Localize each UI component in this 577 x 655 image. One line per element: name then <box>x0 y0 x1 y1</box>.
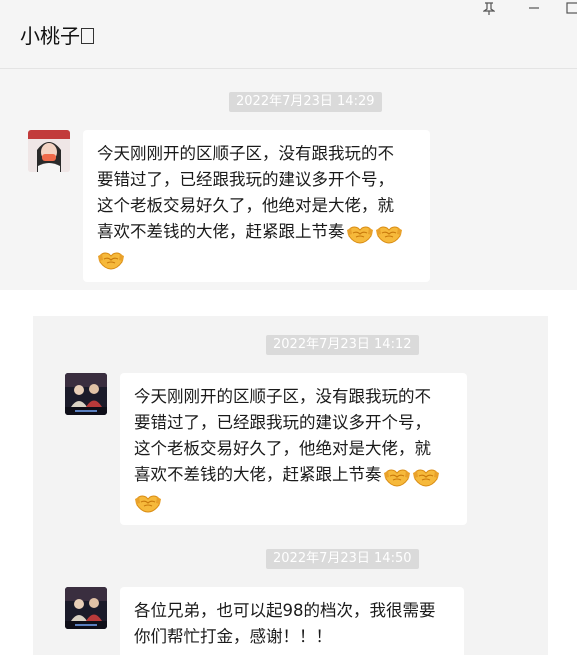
message-line: 喜欢不差钱的大佬，赶紧跟上节奏 <box>97 222 345 241</box>
pin-icon[interactable] <box>482 2 496 20</box>
avatar[interactable] <box>28 130 70 172</box>
message-line: 今天刚刚开的区顺子区，没有跟我玩的不 <box>97 144 394 163</box>
message-line: 要错过了，已经跟我玩的建议多开个号， <box>134 413 431 432</box>
handshake-emoji <box>97 248 125 270</box>
avatar[interactable] <box>65 373 107 415</box>
avatar[interactable] <box>65 587 107 629</box>
minimize-icon[interactable] <box>528 0 540 18</box>
handshake-emoji <box>346 222 374 244</box>
handshake-emoji <box>134 491 162 513</box>
message-bubble[interactable]: 今天刚刚开的区顺子区，没有跟我玩的不 要错过了，已经跟我玩的建议多开个号， 这个… <box>83 130 430 282</box>
message-line: 要错过了，已经跟我玩的建议多开个号， <box>97 170 394 189</box>
message-line: 各位兄弟，也可以起98的档次，我很需要 <box>134 601 436 620</box>
message-line: 你们帮忙打金，感谢！！！ <box>134 627 332 646</box>
message-bubble[interactable]: 今天刚刚开的区顺子区，没有跟我玩的不 要错过了，已经跟我玩的建议多开个号， 这个… <box>120 373 467 525</box>
message-line: 这个老板交易好久了，他绝对是大佬，就 <box>134 439 431 458</box>
message-line: 这个老板交易好久了，他绝对是大佬，就 <box>97 196 394 215</box>
maximize-icon[interactable] <box>566 0 577 18</box>
handshake-emoji <box>375 222 403 244</box>
message-line: 今天刚刚开的区顺子区，没有跟我玩的不 <box>134 387 431 406</box>
message-line: 喜欢不差钱的大佬，赶紧跟上节奏 <box>134 465 382 484</box>
handshake-emoji <box>412 465 440 487</box>
chat-title: 小桃子 <box>20 20 94 49</box>
handshake-emoji <box>383 465 411 487</box>
title-bar: 小桃子 <box>0 0 577 69</box>
message-bubble[interactable]: 各位兄弟，也可以起98的档次，我很需要 你们帮忙打金，感谢！！！ <box>120 587 464 655</box>
timestamp: 2022年7月23日 14:12 <box>266 335 419 355</box>
timestamp: 2022年7月23日 14:29 <box>229 92 382 112</box>
timestamp: 2022年7月23日 14:50 <box>266 549 419 569</box>
